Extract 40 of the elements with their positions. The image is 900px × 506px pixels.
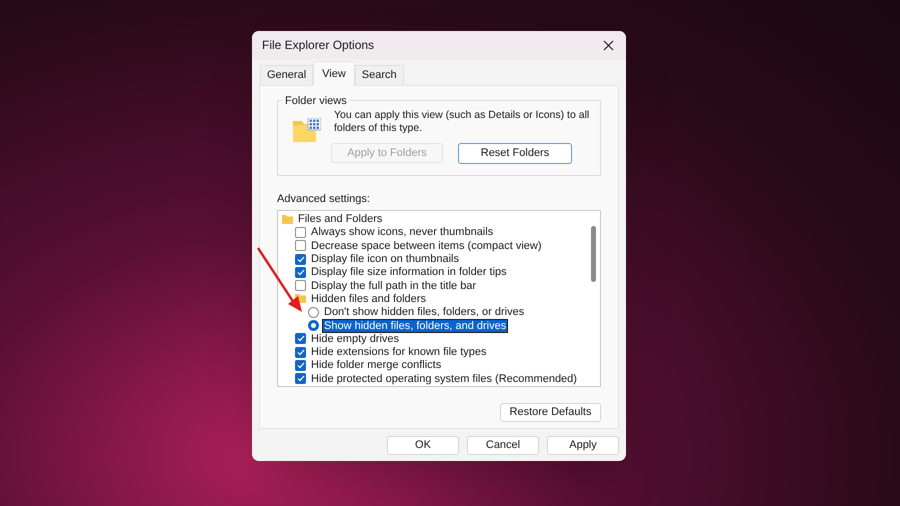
tab[interactable]: Search — [354, 65, 404, 85]
option-label: Show hidden files, folders, and drives — [323, 320, 508, 332]
checkbox[interactable] — [295, 226, 306, 238]
category-label: Hidden files and folders — [310, 292, 427, 305]
dialog-button[interactable]: Apply — [547, 436, 619, 455]
dialog-button[interactable]: OK — [387, 436, 459, 455]
folder-action-button[interactable]: Reset Folders — [458, 143, 572, 164]
option-label: Always show icons, never thumbnails — [310, 226, 494, 238]
option-label: Hide empty drives — [310, 332, 400, 345]
option-label: Hide protected operating system files (Recommended) — [310, 372, 578, 385]
folder-icon — [293, 118, 321, 142]
close-icon — [602, 40, 614, 50]
checkbox[interactable] — [295, 254, 306, 265]
option-label: Display file size information in folder tips — [310, 266, 508, 278]
radio-button[interactable] — [308, 320, 319, 332]
option-label: Hide folder merge conflicts — [310, 359, 442, 372]
checkbox[interactable] — [295, 373, 306, 384]
checkbox[interactable] — [295, 346, 306, 358]
checkbox[interactable] — [295, 240, 306, 252]
tab[interactable]: General — [260, 65, 314, 85]
checkbox[interactable] — [295, 280, 306, 292]
category-label: Files and Folders — [297, 213, 384, 226]
option-label: Display the full path in the title bar — [310, 280, 478, 292]
checkbox[interactable] — [295, 333, 306, 344]
window-title: File Explorer Options — [262, 37, 374, 54]
folder-views-description: You can apply this view (such as Details or Icons) to all folders of this type. — [334, 109, 590, 135]
option-label: Display file icon on thumbnails — [310, 253, 460, 266]
checkbox[interactable] — [295, 360, 306, 371]
checkbox[interactable] — [295, 266, 306, 278]
folder-icon — [282, 214, 293, 224]
option-label: Decrease space between items (compact view) — [310, 240, 542, 252]
tab[interactable]: View — [313, 61, 355, 86]
restore-defaults-button[interactable]: Restore Defaults — [500, 402, 601, 422]
option-label: Don't show hidden files, folders, or drives — [323, 306, 526, 318]
advanced-settings-label: Advanced settings: — [277, 192, 371, 207]
option-label: Hide extensions for known file types — [310, 346, 488, 358]
dialog-button[interactable]: Cancel — [467, 436, 539, 455]
annotation-arrow — [256, 247, 302, 312]
scrollbar[interactable] — [591, 226, 596, 282]
radio-button[interactable] — [308, 306, 319, 318]
